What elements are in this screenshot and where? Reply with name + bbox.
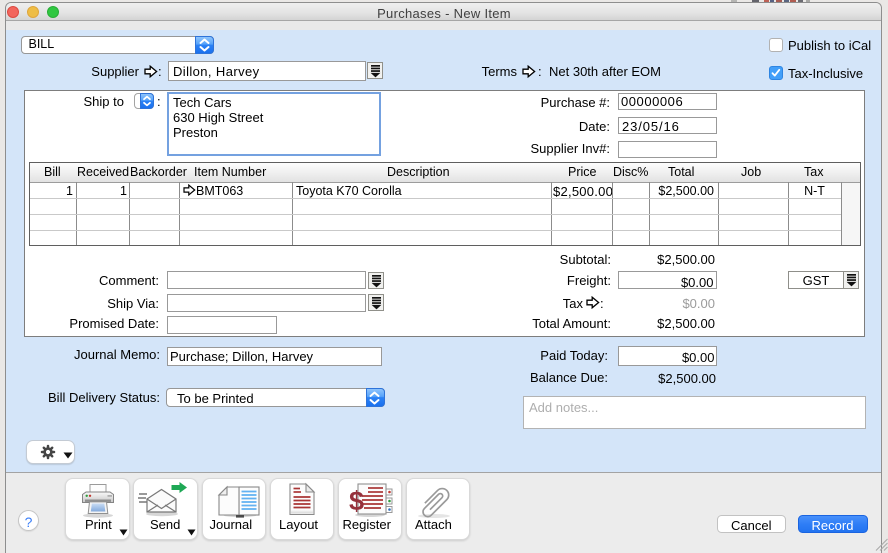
svg-text:$: $ [349,486,364,516]
